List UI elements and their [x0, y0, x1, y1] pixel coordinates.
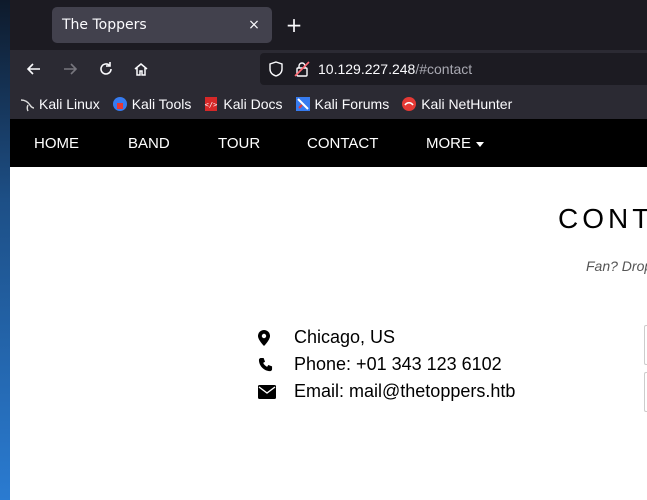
contact-email: Email: mail@thetoppers.htb: [294, 381, 516, 401]
back-button[interactable]: [21, 56, 47, 82]
contact-email-row: Email: mail@thetoppers.htb: [258, 378, 515, 405]
web-page: HOME BAND TOUR CONTACT MORE CONT Fan? Dr…: [10, 119, 647, 500]
contact-info-list: Chicago, US Phone: +01 343 123 6102 Emai…: [258, 324, 515, 405]
bookmark-label: Kali Linux: [39, 95, 100, 112]
bookmark-label: Kali Tools: [131, 95, 192, 112]
nav-home-link[interactable]: HOME: [34, 135, 79, 152]
contact-phone: Phone: +01 343 123 6102: [294, 354, 502, 374]
contact-section-subtitle: Fan? Drop: [586, 258, 647, 274]
svg-text:</>: </>: [205, 101, 218, 109]
kali-tools-icon: [112, 96, 127, 111]
bookmark-kali-nethunter[interactable]: Kali NetHunter: [401, 96, 512, 112]
caret-down-icon: [476, 141, 484, 147]
tab-title: The Toppers: [62, 17, 147, 33]
tab-the-toppers[interactable]: The Toppers ×: [52, 7, 272, 43]
nav-tour-link[interactable]: TOUR: [218, 135, 260, 152]
url-host: 10.129.227.248: [318, 61, 416, 77]
bookmark-kali-tools[interactable]: Kali Tools: [112, 95, 192, 112]
insecure-lock-icon[interactable]: [294, 61, 310, 77]
nav-more-label: MORE: [426, 135, 471, 152]
url-path: /#contact: [415, 61, 473, 77]
bookmark-kali-forums[interactable]: Kali Forums: [295, 95, 390, 112]
contact-location-row: Chicago, US: [258, 324, 515, 351]
site-navbar: HOME BAND TOUR CONTACT MORE: [10, 119, 647, 167]
bookmark-kali-docs[interactable]: </> Kali Docs: [203, 96, 282, 112]
navigation-toolbar: 10.129.227.248/#contact: [10, 50, 647, 88]
new-tab-button[interactable]: +: [282, 13, 306, 37]
bookmark-label: Kali Forums: [314, 95, 390, 112]
home-icon: [134, 63, 148, 76]
kali-forums-icon: [295, 96, 310, 111]
home-button[interactable]: [128, 56, 154, 82]
kali-nethunter-icon: [402, 96, 417, 111]
reload-button[interactable]: [93, 56, 119, 82]
url-bar[interactable]: 10.129.227.248/#contact: [260, 53, 647, 85]
map-marker-icon: [258, 329, 294, 346]
bookmark-label: Kali Docs: [223, 95, 283, 112]
bookmark-label: Kali NetHunter: [421, 95, 513, 112]
reload-icon: [100, 62, 112, 75]
nav-more-dropdown[interactable]: MORE: [426, 135, 484, 152]
forward-button[interactable]: [57, 56, 83, 82]
tab-strip: The Toppers × +: [10, 0, 647, 50]
kali-linux-icon: [20, 98, 35, 111]
envelope-icon: [258, 384, 294, 399]
kali-docs-icon: </>: [205, 96, 218, 111]
bookmark-kali-linux[interactable]: Kali Linux: [19, 96, 100, 112]
url-text[interactable]: 10.129.227.248/#contact: [318, 61, 472, 77]
phone-icon: [258, 357, 294, 372]
nav-band-link[interactable]: BAND: [128, 135, 170, 152]
contact-phone-row: Phone: +01 343 123 6102: [258, 351, 515, 378]
shield-icon[interactable]: [268, 61, 284, 77]
nav-contact-link[interactable]: CONTACT: [307, 135, 378, 152]
tab-close-icon[interactable]: ×: [246, 17, 262, 33]
desktop-background: [0, 0, 10, 500]
browser-window: The Toppers × + 10.129.227.248/#contact …: [10, 0, 647, 500]
bookmarks-toolbar: Kali Linux Kali Tools </> Kali Docs Kali…: [10, 88, 647, 119]
back-arrow-icon: [26, 63, 40, 75]
contact-location: Chicago, US: [294, 327, 396, 347]
forward-arrow-icon: [64, 63, 78, 75]
contact-section-title: CONT: [558, 203, 647, 234]
